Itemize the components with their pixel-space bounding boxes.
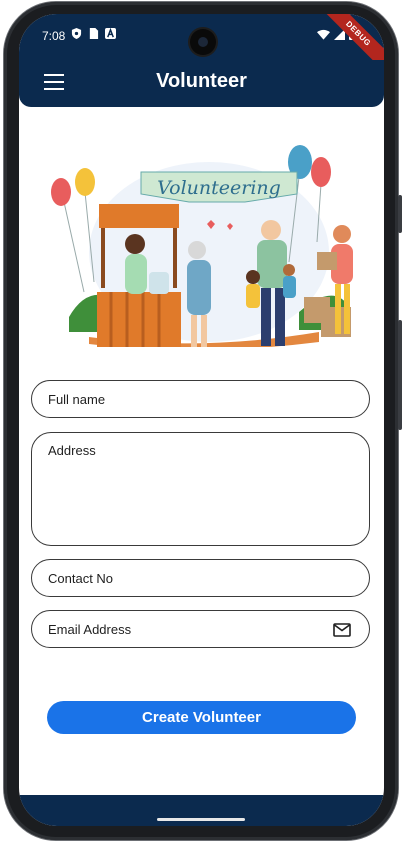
contact-number-label: Contact No <box>48 571 114 586</box>
status-time: 7:08 <box>42 29 66 43</box>
create-volunteer-button[interactable]: Create Volunteer <box>47 701 356 734</box>
full-name-field[interactable]: Full name <box>31 380 370 418</box>
page-title: Volunteer <box>156 70 247 92</box>
full-name-label: Full name <box>48 392 106 407</box>
mail-icon <box>333 623 351 637</box>
address-field[interactable]: Address <box>31 432 370 546</box>
status-notification-icons <box>71 28 116 39</box>
power-button <box>398 320 402 430</box>
volume-up-button <box>398 195 402 233</box>
contact-number-field[interactable]: Contact No <box>31 559 370 597</box>
shield-icon <box>71 28 82 39</box>
home-indicator[interactable] <box>157 818 245 821</box>
a-letter-icon <box>105 28 116 39</box>
front-camera <box>190 29 216 55</box>
status-bar: 7:08 DEBUG <box>19 14 384 73</box>
email-address-field[interactable]: Email Address <box>31 610 370 648</box>
sim-card-icon <box>89 28 99 39</box>
app-bar: Volunteer <box>19 60 384 107</box>
address-label: Address <box>48 443 96 458</box>
phone-frame: 7:08 DEBUG Volunteer Volunteering Full n… <box>0 0 413 843</box>
email-address-label: Email Address <box>48 622 132 637</box>
volunteering-illustration: Volunteering <box>51 145 353 347</box>
system-navigation-bar <box>19 795 384 826</box>
banner-text: Volunteering <box>157 177 281 199</box>
device-screen: 7:08 DEBUG Volunteer Volunteering Full n… <box>19 14 384 826</box>
wifi-icon <box>317 29 330 40</box>
